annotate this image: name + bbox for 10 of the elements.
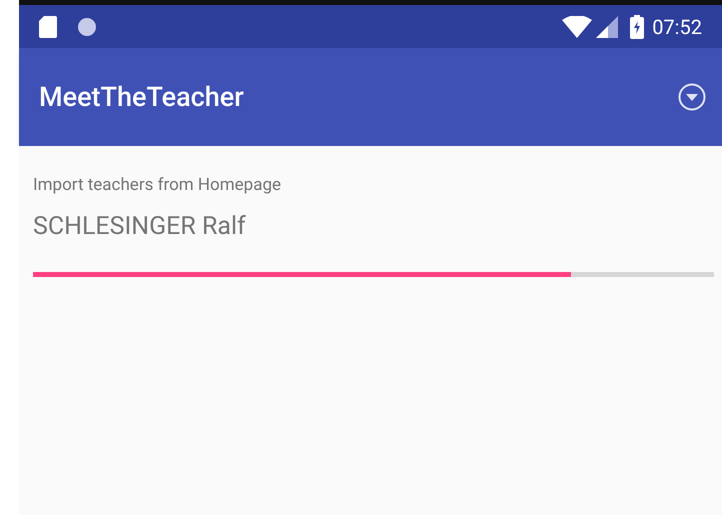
app-title: MeetTheTeacher	[39, 80, 245, 115]
dropdown-icon[interactable]	[678, 83, 706, 111]
signal-icon	[596, 16, 618, 38]
battery-icon	[630, 14, 644, 38]
current-teacher: SCHLESINGER Ralf	[33, 211, 247, 243]
import-label: Import teachers from Homepage	[33, 174, 282, 197]
wifi-icon	[562, 16, 592, 38]
sd-card-icon	[39, 16, 57, 38]
status-time: 07:52	[652, 14, 702, 40]
circle-icon	[77, 16, 97, 36]
